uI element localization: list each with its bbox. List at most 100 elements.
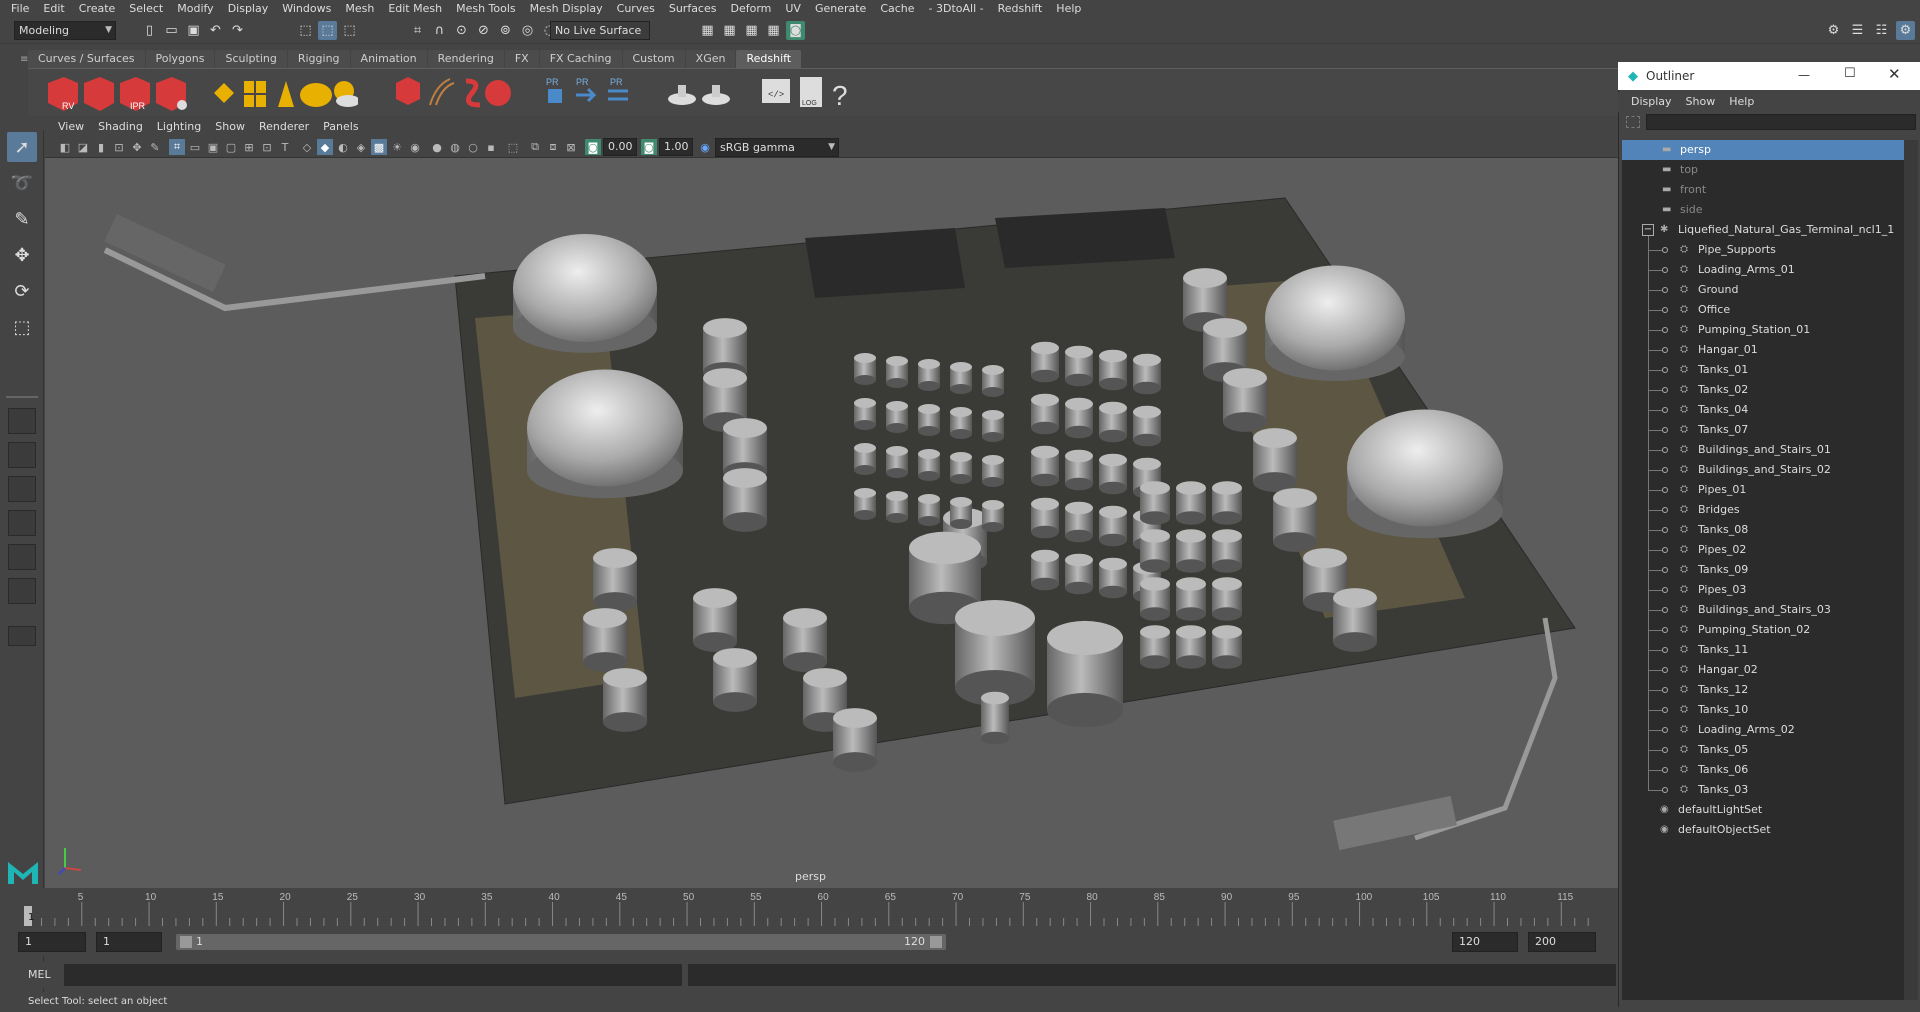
shelf-tab-rigging[interactable]: Rigging (287, 50, 350, 68)
range-end-handle[interactable] (930, 936, 942, 948)
new-scene-icon[interactable]: ▯ (140, 21, 159, 40)
expand-icon[interactable] (1662, 267, 1668, 273)
expand-icon[interactable] (1662, 747, 1668, 753)
menu-modify[interactable]: Modify (170, 0, 220, 18)
shelf-tab-fx-caching[interactable]: FX Caching (539, 50, 622, 68)
redshift-tools-buttons[interactable]: </> LOG ? (760, 77, 860, 113)
outliner-item-defaultlightset[interactable]: ◉ defaultLightSet (1622, 800, 1904, 820)
expand-icon[interactable] (1662, 467, 1668, 473)
outliner-item-tanks-06[interactable]: ⛭ Tanks_06 (1622, 760, 1904, 780)
outliner-item-bridges[interactable]: ⛭ Bridges (1622, 500, 1904, 520)
paint-select-tool-icon[interactable]: ✎ (7, 204, 37, 234)
outliner-item-pipes-01[interactable]: ⛭ Pipes_01 (1622, 480, 1904, 500)
color-management-icon[interactable]: ◉ (697, 139, 713, 155)
snap-surface-icon[interactable]: ⊚ (496, 21, 515, 40)
toggle-channel-box-icon[interactable]: ⚙ (1896, 21, 1915, 40)
safe-title-icon[interactable]: T (277, 139, 293, 155)
viewport-menu-show[interactable]: Show (208, 118, 252, 136)
shelf-tab-fx[interactable]: FX (504, 50, 539, 68)
save-scene-icon[interactable]: ▣ (184, 21, 203, 40)
outliner-item-buildings-and-stairs-03[interactable]: ⛭ Buildings_and_Stairs_03 (1622, 600, 1904, 620)
camera-select-icon[interactable]: ◧ (57, 139, 73, 155)
four-view-layout-icon[interactable] (8, 442, 36, 468)
expand-icon[interactable] (1662, 487, 1668, 493)
menu-help[interactable]: Help (1049, 0, 1088, 18)
custom-layout-icon[interactable] (8, 578, 36, 604)
render-frame-icon[interactable]: ▦ (698, 21, 717, 40)
snap-view-icon[interactable]: ⊘ (474, 21, 493, 40)
expand-icon[interactable] (1662, 327, 1668, 333)
menu-3dtoall[interactable]: - 3DtoAll - (922, 0, 991, 18)
view-transform-selector[interactable]: sRGB gamma ▼ (715, 138, 839, 157)
hypershade-layout-icon[interactable] (8, 544, 36, 570)
expand-icon[interactable] (1662, 667, 1668, 673)
expand-icon[interactable] (1662, 527, 1668, 533)
exposure-field[interactable]: 0.00 (603, 138, 637, 156)
time-slider[interactable]: 5 10 15 20 25 30 35 40 45 50 55 60 65 70 75 80 85 90 95 100… (0, 888, 1618, 928)
snap-curve-icon[interactable]: ∩ (430, 21, 449, 40)
outliner-item-root[interactable]: ✱ Liquefied_Natural_Gas_Terminal_ncl1_1 − (1622, 220, 1904, 240)
expand-icon[interactable] (1662, 687, 1668, 693)
image-plane-icon[interactable]: ⊡ (111, 139, 127, 155)
default-material-icon[interactable]: ◐ (335, 139, 351, 155)
undo-icon[interactable]: ↶ (206, 21, 225, 40)
expand-icon[interactable] (1662, 367, 1668, 373)
xray-joints-icon[interactable]: ⊠ (563, 139, 579, 155)
expand-icon[interactable] (1662, 387, 1668, 393)
xray-icon[interactable]: ⧉ (527, 139, 543, 155)
viewport-menu-lighting[interactable]: Lighting (150, 118, 208, 136)
outliner-menu-show[interactable]: Show (1679, 92, 1723, 112)
outliner-item-tanks-08[interactable]: ⛭ Tanks_08 (1622, 520, 1904, 540)
select-hierarchy-icon[interactable]: ⬚ (296, 21, 315, 40)
lasso-tool-icon[interactable]: ➰ (7, 168, 37, 198)
expand-icon[interactable] (1662, 767, 1668, 773)
menu-edit[interactable]: Edit (36, 0, 71, 18)
render-settings-icon[interactable]: ▦ (742, 21, 761, 40)
select-object-icon[interactable]: ⬚ (318, 21, 337, 40)
menu-curves[interactable]: Curves (610, 0, 662, 18)
menu-display[interactable]: Display (221, 0, 276, 18)
outliner-item-pipes-03[interactable]: ⛭ Pipes_03 (1622, 580, 1904, 600)
mel-input[interactable] (64, 964, 682, 986)
viewport-menu-shading[interactable]: Shading (91, 118, 150, 136)
outliner-item-camera-top[interactable]: ▬ top (1622, 160, 1904, 180)
single-perspective-layout-icon[interactable] (8, 408, 36, 434)
menu-create[interactable]: Create (72, 0, 123, 18)
outliner-item-tanks-05[interactable]: ⛭ Tanks_05 (1622, 740, 1904, 760)
outliner-menu-display[interactable]: Display (1624, 92, 1679, 112)
menu-generate[interactable]: Generate (808, 0, 873, 18)
outliner-menu-help[interactable]: Help (1722, 92, 1761, 112)
resolution-gate-icon[interactable]: ▣ (205, 139, 221, 155)
outliner-item-camera-persp[interactable]: ▬ persp (1622, 140, 1904, 160)
xray-active-icon[interactable]: ⧈ (545, 139, 561, 155)
anti-aliasing-icon[interactable]: ○ (465, 139, 481, 155)
render-ipr-icon[interactable]: ▦ (720, 21, 739, 40)
outliner-item-defaultobjectset[interactable]: ◉ defaultObjectSet (1622, 820, 1904, 840)
menu-cache[interactable]: Cache (873, 0, 921, 18)
menu-uv[interactable]: UV (778, 0, 808, 18)
expand-icon[interactable] (1662, 507, 1668, 513)
shadows-icon[interactable]: ◉ (407, 139, 423, 155)
persp-graph-layout-icon[interactable] (8, 510, 36, 536)
outliner-item-hangar-02[interactable]: ⛭ Hangar_02 (1622, 660, 1904, 680)
menu-mesh-display[interactable]: Mesh Display (523, 0, 610, 18)
safe-action-icon[interactable]: ⊡ (259, 139, 275, 155)
redshift-render-buttons[interactable]: RV IPR (44, 77, 194, 113)
mel-label[interactable]: MEL (28, 968, 51, 981)
viewport-panel[interactable] (45, 118, 1620, 888)
grid-toggle-icon[interactable]: ⌗ (169, 139, 185, 155)
shelf-tab-polygons[interactable]: Polygons (145, 50, 215, 68)
film-gate-icon[interactable]: ▭ (187, 139, 203, 155)
expand-icon[interactable] (1662, 247, 1668, 253)
outliner-item-ground[interactable]: ⛭ Ground (1622, 280, 1904, 300)
scene-end-field[interactable]: 200 (1528, 932, 1596, 952)
use-all-lights-icon[interactable]: ☀ (389, 139, 405, 155)
menu-windows[interactable]: Windows (275, 0, 338, 18)
shelf-tab-curves-surfaces[interactable]: Curves / Surfaces (28, 50, 145, 68)
outliner-item-pipe-supports[interactable]: ⛭ Pipe_Supports (1622, 240, 1904, 260)
outliner-item-pumping-station-02[interactable]: ⛭ Pumping_Station_02 (1622, 620, 1904, 640)
scale-tool-icon[interactable]: ⬚ (7, 312, 37, 342)
wireframe-icon[interactable]: ◇ (299, 139, 315, 155)
outliner-item-tanks-07[interactable]: ⛭ Tanks_07 (1622, 420, 1904, 440)
expand-icon[interactable] (1662, 627, 1668, 633)
